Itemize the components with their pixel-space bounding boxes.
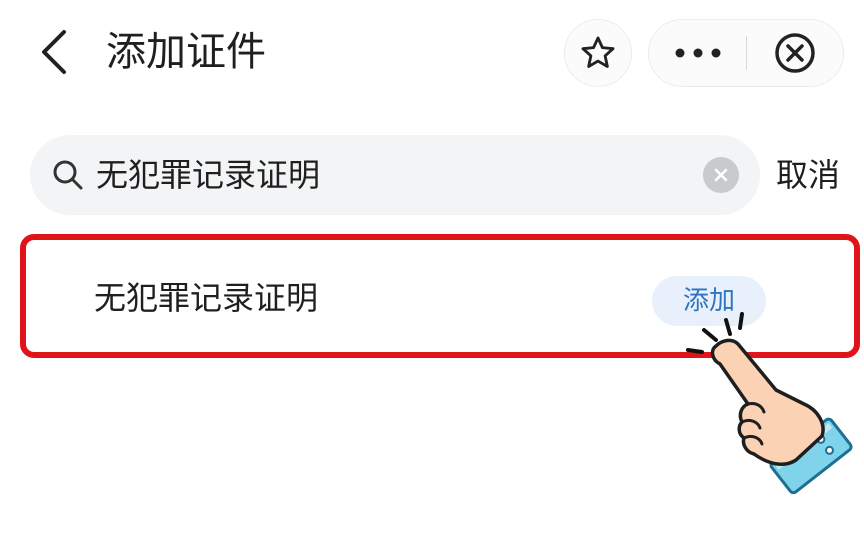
search-icon [53,160,83,190]
page-title: 添加证件 [106,29,266,75]
star-outline-icon [581,36,615,68]
back-button[interactable] [30,26,78,78]
search-input[interactable]: 无犯罪记录证明 [96,149,320,201]
pointing-hand-icon [686,312,853,494]
search-box[interactable]: 无犯罪记录证明 [30,135,760,215]
close-button[interactable] [747,20,843,86]
chevron-left-icon [42,30,66,74]
clear-x-icon [714,168,728,182]
cancel-button[interactable]: 取消 [776,151,840,199]
more-dots-icon [675,48,720,58]
more-button[interactable] [649,20,746,86]
circle-close-icon [775,33,815,73]
clear-search-button[interactable] [703,157,739,193]
result-item-label: 无犯罪记录证明 [94,279,319,317]
menu-capsule [648,19,844,87]
favorite-button[interactable] [564,19,632,87]
